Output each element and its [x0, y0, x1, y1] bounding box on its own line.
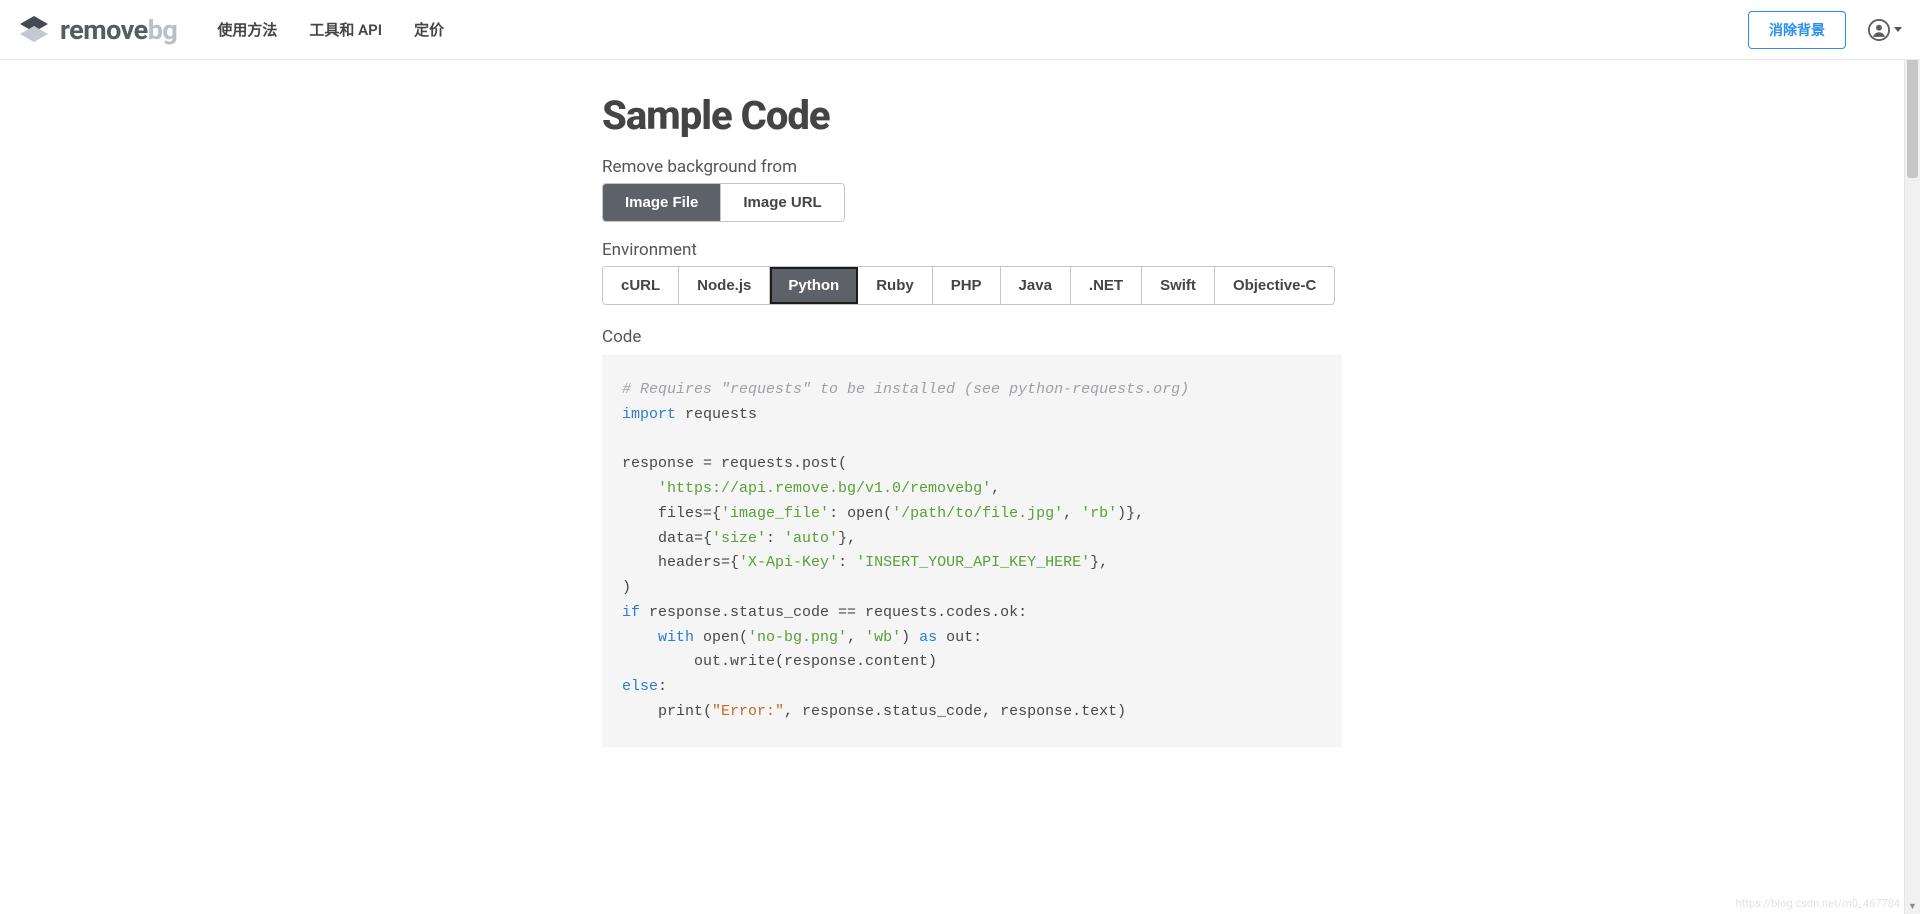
tab-ruby[interactable]: Ruby — [858, 267, 933, 304]
tab-php[interactable]: PHP — [933, 267, 1001, 304]
source-tabs: Image File Image URL — [602, 183, 845, 222]
nav-item-tools[interactable]: 工具和 API — [309, 19, 382, 40]
user-icon — [1868, 19, 1890, 41]
tab-nodejs[interactable]: Node.js — [679, 267, 770, 304]
tab-image-file[interactable]: Image File — [603, 184, 721, 221]
scrollbar[interactable]: ▲ ▼ — [1904, 0, 1920, 914]
logo-stack-icon — [18, 14, 50, 46]
chevron-down-icon — [1894, 27, 1902, 32]
nav-item-pricing[interactable]: 定价 — [414, 19, 444, 40]
tab-image-url[interactable]: Image URL — [721, 184, 843, 221]
tab-swift[interactable]: Swift — [1142, 267, 1215, 304]
tab-python[interactable]: Python — [770, 267, 858, 304]
code-block[interactable]: # Requires "requests" to be installed (s… — [602, 355, 1342, 747]
env-tabs: cURL Node.js Python Ruby PHP Java .NET S… — [602, 266, 1335, 305]
env-label: Environment — [602, 240, 1342, 260]
remove-bg-button[interactable]: 消除背景 — [1748, 11, 1846, 49]
main-content: Sample Code Remove background from Image… — [562, 60, 1342, 747]
user-menu[interactable] — [1868, 19, 1902, 41]
scrollbar-thumb[interactable] — [1907, 58, 1918, 178]
logo[interactable]: removebg — [18, 14, 177, 46]
logo-text: removebg — [60, 14, 177, 46]
tab-objc[interactable]: Objective-C — [1215, 267, 1334, 304]
tab-java[interactable]: Java — [1001, 267, 1071, 304]
code-label: Code — [602, 327, 1342, 347]
watermark: https://blog.csdn.net/m0_467784 — [1736, 897, 1900, 910]
nav-item-howto[interactable]: 使用方法 — [217, 19, 277, 40]
source-label: Remove background from — [602, 157, 1342, 177]
tab-curl[interactable]: cURL — [603, 267, 679, 304]
page-title: Sample Code — [602, 92, 1342, 139]
tab-dotnet[interactable]: .NET — [1071, 267, 1142, 304]
navbar: removebg 使用方法 工具和 API 定价 消除背景 — [0, 0, 1920, 60]
scroll-down-icon[interactable]: ▼ — [1905, 898, 1920, 914]
main-nav: 使用方法 工具和 API 定价 — [217, 19, 444, 40]
